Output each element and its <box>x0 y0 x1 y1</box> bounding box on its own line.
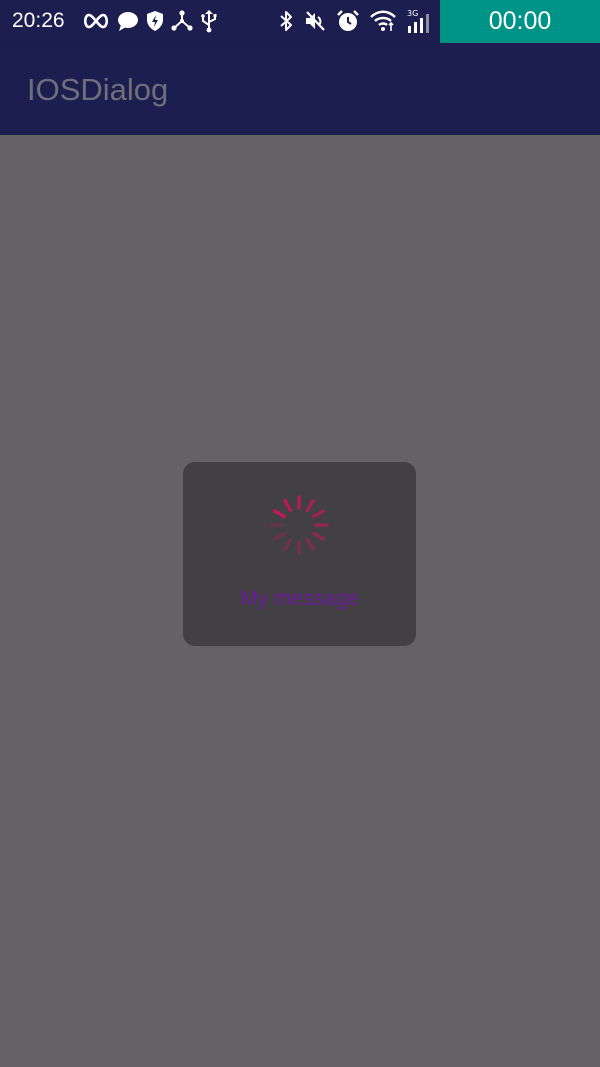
mute-icon <box>303 9 327 33</box>
spinner-segment <box>312 509 325 519</box>
wifi-icon <box>369 9 397 33</box>
loading-spinner-icon <box>269 495 329 555</box>
spinner-segment <box>283 499 293 512</box>
spinner-segment <box>312 531 325 541</box>
signal-3g-icon: 3G <box>406 8 432 34</box>
dialog-message: My message <box>239 587 360 610</box>
shield-icon <box>146 10 164 32</box>
status-bar: 20:26 3G 00:00 <box>0 0 600 43</box>
usb-icon <box>200 9 218 33</box>
app-title: IOSDialog <box>27 72 169 107</box>
alarm-icon <box>336 9 360 33</box>
chat-bubble-icon <box>117 10 139 32</box>
timer-badge[interactable]: 00:00 <box>440 0 600 43</box>
status-time: 20:26 <box>12 9 65 32</box>
share-nodes-icon <box>171 10 193 32</box>
spinner-segment <box>273 531 286 541</box>
spinner-segment <box>273 509 286 519</box>
status-icons-right: 3G <box>278 8 432 34</box>
status-icons-left <box>82 8 218 34</box>
bluetooth-icon <box>278 9 294 33</box>
app-bar: IOSDialog <box>0 43 600 135</box>
spinner-segment <box>305 499 315 512</box>
infinity-icon <box>82 12 110 30</box>
svg-text:3G: 3G <box>407 9 418 18</box>
spinner-segment <box>305 538 315 551</box>
timer-text: 00:00 <box>488 7 552 35</box>
loading-dialog: My message <box>183 462 416 646</box>
spinner-segment <box>283 538 293 551</box>
